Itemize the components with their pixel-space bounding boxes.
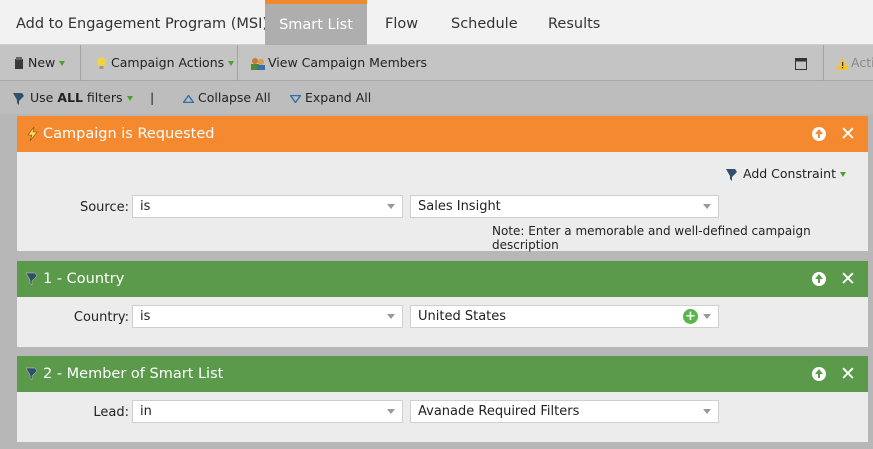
- lead-label: Lead:: [93, 405, 129, 420]
- trigger-title: Campaign is Requested: [43, 126, 215, 142]
- chevron-down-icon: [228, 61, 235, 66]
- chevron-down-icon: [387, 204, 395, 209]
- tab-schedule[interactable]: Schedule: [435, 0, 534, 45]
- source-value: Sales Insight: [418, 199, 501, 214]
- campaign-actions-label: Campaign Actions: [111, 55, 225, 70]
- move-up-icon[interactable]: [812, 127, 826, 141]
- chevron-down-icon: [703, 204, 711, 209]
- lead-operator-select[interactable]: in: [132, 400, 403, 423]
- campaign-note: Note: Enter a memorable and well-defined…: [492, 224, 811, 252]
- view-campaign-members-button[interactable]: View Campaign Members: [250, 45, 427, 81]
- tab-smart-list[interactable]: Smart List: [265, 0, 367, 45]
- lead-value: Avanade Required Filters: [418, 404, 580, 419]
- new-label: New: [28, 55, 56, 70]
- filter-icon: [13, 92, 24, 105]
- expand-all-button[interactable]: Expand All: [290, 81, 371, 114]
- toolbar: New Campaign Actions View Campaign Membe…: [0, 45, 873, 81]
- actions-label: Acti: [851, 55, 873, 70]
- tab-bar: Add to Engagement Program (MSI) Smart Li…: [0, 0, 873, 45]
- source-value-select[interactable]: Sales Insight: [410, 195, 719, 218]
- collapse-icon: [183, 94, 194, 103]
- trigger-header[interactable]: Campaign is Requested ✕: [17, 116, 868, 152]
- collapse-all-label: Collapse All: [198, 90, 271, 105]
- expand-icon: [290, 94, 301, 103]
- country-value-select[interactable]: United States +: [410, 305, 719, 328]
- tab-results[interactable]: Results: [532, 0, 616, 45]
- chevron-down-icon: [126, 96, 133, 101]
- toolbar-divider: [237, 45, 238, 81]
- window-icon: [795, 57, 807, 70]
- filter-icon: [25, 367, 38, 381]
- view-campaign-members-label: View Campaign Members: [268, 55, 428, 70]
- collapse-all-button[interactable]: Collapse All: [183, 81, 271, 114]
- tab-campaign-name[interactable]: Add to Engagement Program (MSI): [0, 0, 284, 45]
- chevron-down-icon: [703, 409, 711, 414]
- filter-icon: [25, 272, 38, 286]
- country-value: United States: [418, 309, 507, 324]
- add-value-icon[interactable]: +: [683, 309, 698, 324]
- chevron-down-icon: [387, 409, 395, 414]
- tab-flow[interactable]: Flow: [369, 0, 434, 45]
- move-up-icon[interactable]: [812, 367, 826, 381]
- chevron-down-icon: [839, 172, 846, 177]
- use-all-filters-button[interactable]: Use ALL filters: [12, 81, 133, 114]
- toolbar-divider: [823, 45, 824, 81]
- filter-icon: [726, 168, 737, 181]
- add-constraint-label: Add Constraint: [743, 166, 836, 181]
- use-prefix: Use: [30, 90, 58, 105]
- filter-divider: |: [150, 90, 155, 105]
- window-toggle-button[interactable]: [795, 45, 807, 81]
- country-operator-select[interactable]: is: [132, 305, 403, 328]
- filter-panel-country: 1 - Country ✕ Country: is United States …: [17, 261, 868, 347]
- country-label: Country:: [73, 310, 129, 325]
- close-icon[interactable]: ✕: [840, 261, 856, 297]
- move-up-icon[interactable]: [812, 272, 826, 286]
- warning-icon: [836, 57, 849, 70]
- new-icon: [15, 57, 23, 69]
- use-suffix: filters: [82, 90, 123, 105]
- filter-header-smart-list[interactable]: 2 - Member of Smart List ✕: [17, 356, 868, 392]
- use-all-bold: ALL: [57, 90, 83, 105]
- trigger-panel: Campaign is Requested ✕ Add Constraint S…: [17, 116, 868, 252]
- filter-panel-smart-list: 2 - Member of Smart List ✕ Lead: in Avan…: [17, 356, 868, 442]
- country-operator-value: is: [140, 309, 151, 324]
- campaign-actions-button[interactable]: Campaign Actions: [96, 45, 235, 81]
- source-operator-value: is: [140, 199, 151, 214]
- filter-title: 1 - Country: [43, 271, 125, 287]
- filter-header-country[interactable]: 1 - Country ✕: [17, 261, 868, 297]
- lead-value-select[interactable]: Avanade Required Filters: [410, 400, 719, 423]
- new-button[interactable]: New: [14, 45, 66, 81]
- people-icon: [251, 57, 265, 70]
- filter-bar: Use ALL filters | Collapse All Expand Al…: [0, 81, 873, 114]
- chevron-down-icon: [703, 314, 711, 319]
- source-operator-select[interactable]: is: [132, 195, 403, 218]
- source-label: Source:: [79, 200, 129, 215]
- lightbulb-icon: [97, 57, 106, 69]
- expand-all-label: Expand All: [305, 90, 372, 105]
- close-icon[interactable]: ✕: [840, 356, 856, 392]
- lead-operator-value: in: [140, 404, 152, 419]
- actions-button[interactable]: Acti: [836, 45, 873, 81]
- toolbar-divider: [80, 45, 81, 81]
- chevron-down-icon: [59, 61, 66, 66]
- add-constraint-button[interactable]: Add Constraint: [725, 166, 846, 182]
- close-icon[interactable]: ✕: [840, 116, 856, 152]
- chevron-down-icon: [387, 314, 395, 319]
- filter-title: 2 - Member of Smart List: [43, 366, 224, 382]
- lightning-icon: [27, 127, 38, 141]
